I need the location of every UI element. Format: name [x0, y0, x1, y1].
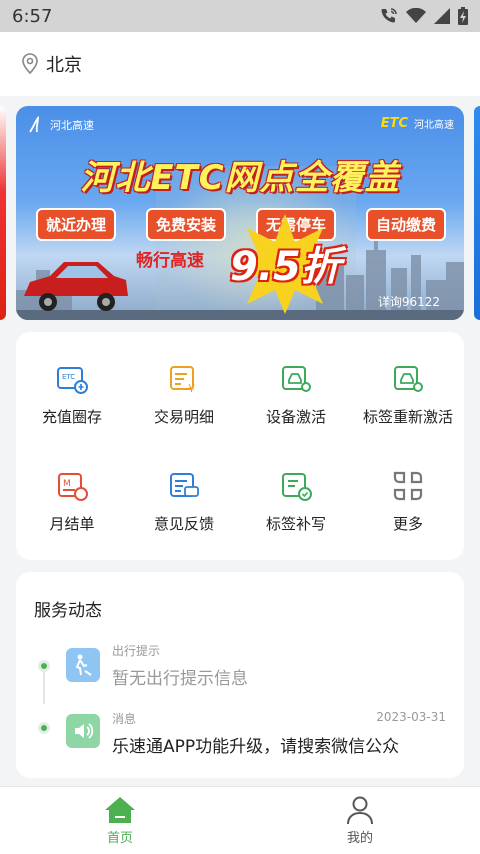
svg-text:¥: ¥ [188, 382, 195, 395]
location-bar[interactable]: 北京 [0, 32, 480, 96]
service-recharge[interactable]: ETC 充值圈存 [16, 336, 128, 443]
news-category: 出行提示 [112, 644, 161, 658]
banner-logo-right-sub: 河北高速 [414, 120, 454, 131]
tab-label: 首页 [106, 831, 133, 846]
news-category: 消息 [112, 712, 137, 726]
current-city: 北京 [46, 55, 82, 76]
tab-home[interactable]: 首页 [0, 787, 240, 854]
service-transactions[interactable]: ¥ 交易明细 [128, 336, 240, 443]
monthly-statement-icon: M [58, 473, 88, 501]
service-label: 意见反馈 [153, 515, 214, 533]
user-icon [347, 796, 373, 825]
service-device-activate[interactable]: 设备激活 [240, 336, 352, 443]
banner-car-graphic [24, 262, 128, 311]
road-work-icon [66, 648, 100, 682]
banner-logo-etc: ETC [380, 116, 408, 131]
hebei-highway-logo-icon [29, 116, 39, 133]
banner-next-peek[interactable] [474, 106, 480, 320]
more-grid-icon [393, 471, 423, 501]
news-text[interactable]: 暂无出行提示信息 [112, 664, 248, 689]
service-more[interactable]: 更多 [352, 443, 464, 550]
service-news-title: 服务动态 [34, 601, 102, 621]
svg-text:M: M [63, 479, 71, 489]
service-label: 标签补写 [265, 515, 326, 533]
service-label: 充值圈存 [41, 408, 102, 426]
banner-logo-left-text: 河北高速 [50, 119, 94, 132]
banner-tag: 自动缴费 [365, 208, 446, 241]
status-bar: 6:57 [0, 0, 480, 32]
location-pin-icon [22, 53, 38, 75]
banner-hotline: 详询96122 [377, 295, 440, 309]
transaction-detail-icon: ¥ [170, 366, 195, 395]
device-activate-icon [282, 366, 311, 392]
service-tag-reactivate[interactable]: 标签重新激活 [352, 336, 464, 443]
tab-label: 我的 [346, 831, 373, 846]
wifi-icon [406, 8, 426, 23]
banner-logo-left: 河北高速 [28, 114, 98, 136]
banner-prev-peek[interactable] [0, 106, 6, 320]
signal-icon [434, 8, 450, 24]
svg-text:ETC: ETC [62, 373, 75, 381]
home-icon [105, 797, 135, 823]
status-time: 6:57 [12, 5, 53, 27]
service-feedback[interactable]: 意见反馈 [128, 443, 240, 550]
call-wifi-icon [381, 8, 397, 23]
service-label: 设备激活 [265, 408, 326, 426]
speaker-icon [66, 714, 100, 748]
service-label: 交易明细 [153, 408, 214, 426]
tag-rewrite-icon [282, 473, 312, 501]
banner-tag: 免费安装 [145, 208, 226, 241]
banner-slide[interactable]: 河北高速 ETC 河北高速 河北ETC网点全覆盖 就近办理 免费安装 无需停车 … [16, 106, 464, 320]
news-date: 2023-03-31 [376, 710, 446, 724]
timeline-dot [38, 722, 50, 734]
service-label: 标签重新激活 [362, 408, 453, 426]
service-label: 更多 [392, 515, 423, 533]
etc-card-recharge-icon: ETC [57, 367, 88, 394]
banner-discount: 9.5折 [230, 244, 341, 290]
banner-headline: 河北ETC网点全覆盖 [80, 158, 400, 198]
service-label: 月结单 [49, 515, 95, 533]
timeline-dot [38, 660, 50, 672]
battery-icon [458, 7, 468, 25]
banner-logo-right: ETC 河北高速 [381, 116, 454, 131]
banner-promo: 畅行高速 [136, 251, 204, 271]
service-tag-rewrite[interactable]: 标签补写 [240, 443, 352, 550]
news-text[interactable]: 乐速通APP功能升级，请搜索微信公众 [112, 732, 399, 757]
feedback-icon [170, 473, 199, 497]
tag-reactivate-icon [394, 366, 423, 392]
tab-mine[interactable]: 我的 [240, 787, 480, 854]
service-grid-card: ETC 充值圈存 ¥ 交易明细 设备激活 标签重新激活 M 月结单 意见反馈 标… [16, 332, 464, 560]
bottom-tab-bar: 首页 我的 [0, 786, 480, 854]
service-monthly-statement[interactable]: M 月结单 [16, 443, 128, 550]
banner-tag: 就近办理 [36, 208, 117, 241]
banner-carousel[interactable]: 河北高速 ETC 河北高速 河北ETC网点全覆盖 就近办理 免费安装 无需停车 … [0, 106, 480, 320]
service-news-card: 服务动态 出行提示 暂无出行提示信息 消息 2023-03-31 乐速通APP功… [16, 572, 464, 778]
